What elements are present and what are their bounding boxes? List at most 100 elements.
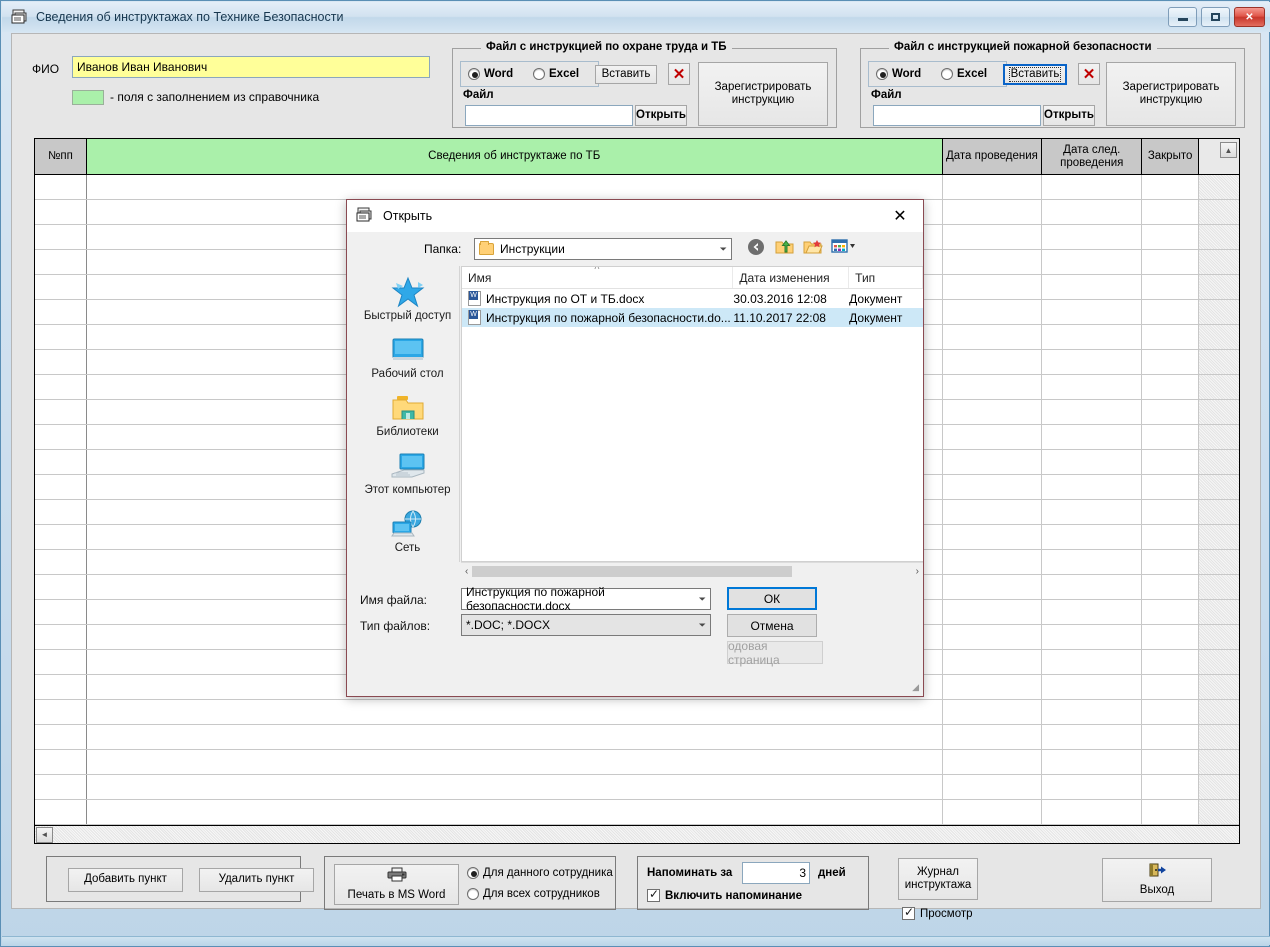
grid-vertical-scrollbar-track[interactable] <box>1199 275 1239 299</box>
table-cell[interactable] <box>943 550 1043 574</box>
table-cell[interactable] <box>943 200 1043 224</box>
minimize-button[interactable] <box>1168 7 1197 27</box>
grid-vertical-scrollbar-track[interactable] <box>1199 700 1239 724</box>
grid-vertical-scrollbar-track[interactable] <box>1199 625 1239 649</box>
table-cell[interactable] <box>35 750 87 774</box>
grid-vertical-scrollbar-track[interactable] <box>1199 600 1239 624</box>
table-cell[interactable] <box>1042 350 1143 374</box>
table-cell[interactable] <box>1142 425 1200 449</box>
fire-insert-button[interactable]: Вставить <box>1003 64 1067 85</box>
grid-vertical-scrollbar-track[interactable] <box>1199 300 1239 324</box>
grid-vertical-scrollbar-track[interactable] <box>1199 375 1239 399</box>
table-cell[interactable] <box>35 425 87 449</box>
table-cell[interactable] <box>943 700 1043 724</box>
table-cell[interactable] <box>1042 650 1143 674</box>
grid-vertical-scrollbar-track[interactable] <box>1199 750 1239 774</box>
grid-header-cell[interactable]: Сведения об инструктаже по ТБ <box>86 139 943 174</box>
fire-radio-word[interactable]: Word <box>876 68 921 80</box>
table-cell[interactable] <box>943 650 1043 674</box>
fire-radio-excel[interactable]: Excel <box>941 68 987 80</box>
grid-vertical-scrollbar-track[interactable] <box>1199 800 1239 824</box>
labor-file-input[interactable] <box>465 105 633 126</box>
grid-vertical-scrollbar-track[interactable] <box>1199 425 1239 449</box>
table-cell[interactable] <box>35 800 87 824</box>
table-cell[interactable] <box>1042 200 1143 224</box>
grid-vertical-scrollbar-track[interactable] <box>1199 175 1239 199</box>
table-cell[interactable] <box>35 600 87 624</box>
table-cell[interactable] <box>943 275 1043 299</box>
exit-button[interactable]: Выход <box>1102 858 1212 902</box>
table-cell[interactable] <box>943 675 1043 699</box>
table-cell[interactable] <box>35 275 87 299</box>
grid-vertical-scrollbar-track[interactable] <box>1199 200 1239 224</box>
grid-vertical-scrollbar-track[interactable] <box>1199 225 1239 249</box>
table-cell[interactable] <box>943 325 1043 349</box>
table-cell[interactable] <box>943 575 1043 599</box>
grid-vertical-scrollbar-track[interactable] <box>1199 325 1239 349</box>
table-cell[interactable] <box>1042 775 1143 799</box>
table-cell[interactable] <box>1142 400 1200 424</box>
grid-vertical-scrollbar-track[interactable] <box>1199 650 1239 674</box>
grid-header-cell[interactable]: Дата проведения <box>942 139 1043 174</box>
table-cell[interactable] <box>35 250 87 274</box>
labor-register-button[interactable]: Зарегистрировать инструкцию <box>698 62 828 126</box>
table-cell[interactable] <box>35 450 87 474</box>
table-cell[interactable] <box>1042 525 1143 549</box>
delete-item-button[interactable]: Удалить пункт <box>199 868 314 892</box>
dialog-cancel-button[interactable]: Отмена <box>727 614 817 637</box>
table-cell[interactable] <box>35 375 87 399</box>
place-item-desktop[interactable]: Рабочий стол <box>356 333 459 380</box>
table-cell[interactable] <box>35 650 87 674</box>
table-cell[interactable] <box>35 775 87 799</box>
table-cell[interactable] <box>1142 475 1200 499</box>
back-icon[interactable] <box>747 238 767 258</box>
table-cell[interactable] <box>1142 550 1200 574</box>
table-cell[interactable] <box>943 225 1043 249</box>
table-cell[interactable] <box>943 525 1043 549</box>
table-cell[interactable] <box>1042 500 1143 524</box>
scroll-right-icon[interactable]: › <box>916 566 919 577</box>
table-cell[interactable] <box>943 300 1043 324</box>
table-cell[interactable] <box>35 475 87 499</box>
table-cell[interactable] <box>943 175 1043 199</box>
resize-grip-icon[interactable]: ◢ <box>912 682 919 693</box>
file-list-horizontal-scrollbar[interactable]: ‹ › <box>461 562 923 580</box>
table-cell[interactable] <box>1142 625 1200 649</box>
table-cell[interactable] <box>1142 600 1200 624</box>
table-cell[interactable] <box>87 725 943 749</box>
dialog-ok-button[interactable]: ОК <box>727 587 817 610</box>
table-cell[interactable] <box>35 225 87 249</box>
grid-scroll-left-button[interactable]: ◄ <box>36 826 53 843</box>
table-cell[interactable] <box>1142 325 1200 349</box>
table-cell[interactable] <box>1142 750 1200 774</box>
table-cell[interactable] <box>943 775 1043 799</box>
table-cell[interactable] <box>1042 300 1143 324</box>
up-folder-icon[interactable] <box>775 238 795 258</box>
place-item-network[interactable]: Сеть <box>356 507 459 554</box>
table-row[interactable] <box>35 750 1239 775</box>
table-cell[interactable] <box>1142 700 1200 724</box>
table-cell[interactable] <box>1042 575 1143 599</box>
table-cell[interactable] <box>1142 725 1200 749</box>
grid-vertical-scroll-up-button[interactable]: ▲ <box>1220 142 1237 158</box>
table-cell[interactable] <box>1042 400 1143 424</box>
table-row[interactable] <box>35 725 1239 750</box>
file-column-header[interactable]: Тип <box>849 267 923 288</box>
grid-vertical-scrollbar-track[interactable] <box>1199 675 1239 699</box>
table-cell[interactable] <box>87 175 943 199</box>
table-row[interactable] <box>35 175 1239 200</box>
folder-combobox[interactable]: Инструкции ⏷ <box>474 238 732 260</box>
labor-delete-button[interactable]: ✕ <box>668 63 690 85</box>
grid-header-cell[interactable]: №пп <box>35 139 87 174</box>
table-cell[interactable] <box>943 600 1043 624</box>
table-cell[interactable] <box>87 750 943 774</box>
fire-open-button[interactable]: Открыть <box>1043 105 1095 126</box>
table-cell[interactable] <box>1042 475 1143 499</box>
table-cell[interactable] <box>35 200 87 224</box>
table-cell[interactable] <box>1142 375 1200 399</box>
table-cell[interactable] <box>35 525 87 549</box>
table-cell[interactable] <box>943 400 1043 424</box>
table-cell[interactable] <box>1042 425 1143 449</box>
reminder-days-input[interactable] <box>742 862 810 884</box>
table-cell[interactable] <box>87 800 943 824</box>
